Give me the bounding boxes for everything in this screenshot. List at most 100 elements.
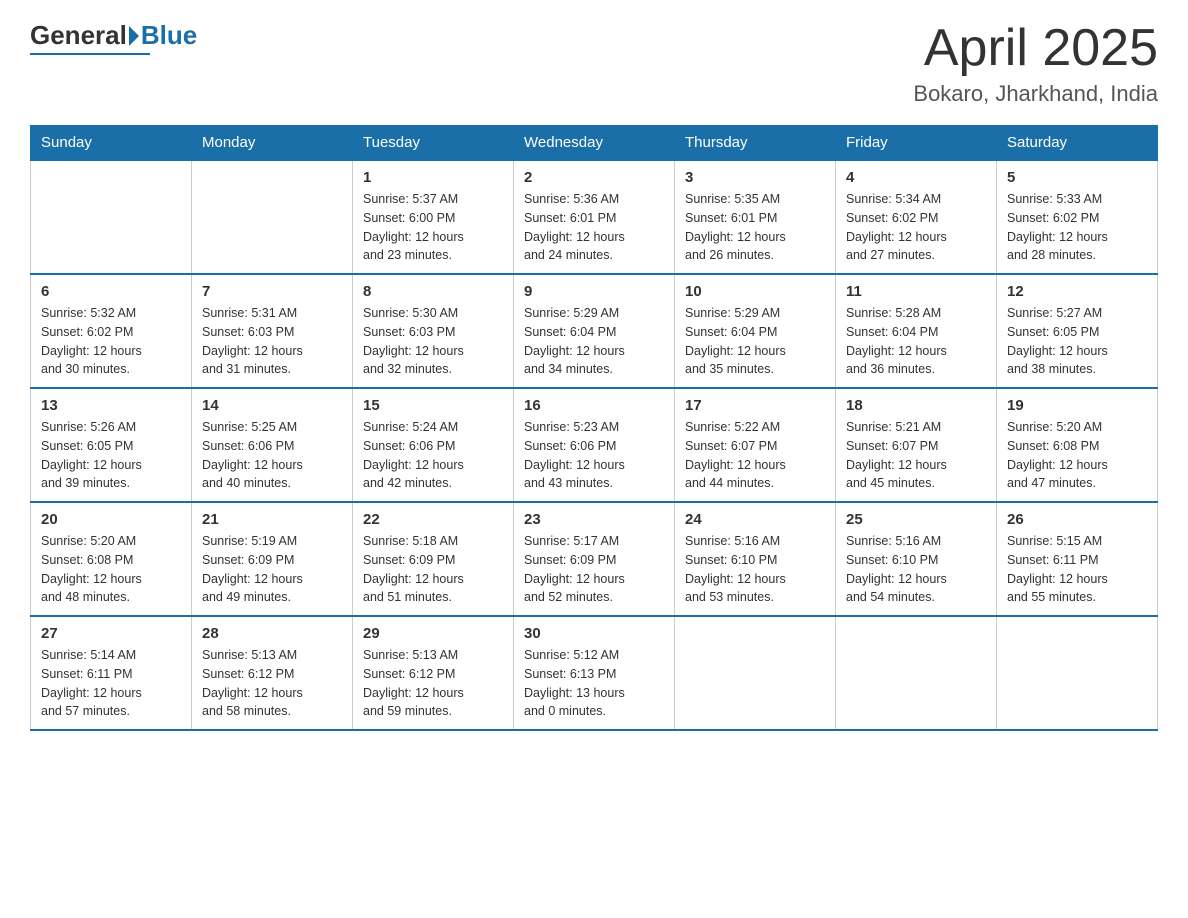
calendar-week-4: 20 Sunrise: 5:20 AMSunset: 6:08 PMDayligh… xyxy=(31,502,1158,616)
day-info: Sunrise: 5:18 AMSunset: 6:09 PMDaylight:… xyxy=(363,532,503,607)
calendar-cell: 25Sunrise: 5:16 AMSunset: 6:10 PMDayligh… xyxy=(836,502,997,616)
day-info: Sunrise: 5:33 AMSunset: 6:02 PMDaylight:… xyxy=(1007,190,1147,265)
calendar-title: April 2025 xyxy=(913,20,1158,77)
day-number: 12 xyxy=(1007,283,1147,300)
day-number: 1 xyxy=(363,169,503,186)
day-info: Sunrise: 5:35 AMSunset: 6:01 PMDaylight:… xyxy=(685,190,825,265)
day-info: Sunrise: 5:28 AMSunset: 6:04 PMDaylight:… xyxy=(846,304,986,379)
logo-triangle-icon xyxy=(129,26,139,46)
day-number: 30 xyxy=(524,625,664,642)
calendar-cell: 28 Sunrise: 5:13 AMSunset: 6:12 PMDayligh… xyxy=(192,616,353,730)
day-number: 29 xyxy=(363,625,503,642)
calendar-week-3: 13 Sunrise: 5:26 AMSunset: 6:05 PMDayligh… xyxy=(31,388,1158,502)
day-number: 14 xyxy=(202,397,342,414)
calendar-cell: 21 Sunrise: 5:19 AMSunset: 6:09 PMDayligh… xyxy=(192,502,353,616)
day-info: Sunrise: 5:37 AMSunset: 6:00 PMDaylight:… xyxy=(363,190,503,265)
day-info: Sunrise: 5:27 AMSunset: 6:05 PMDaylight:… xyxy=(1007,304,1147,379)
day-number: 25 xyxy=(846,511,986,528)
header-thursday: Thursday xyxy=(675,126,836,161)
day-number: 17 xyxy=(685,397,825,414)
day-info: Sunrise: 5:13 AMSunset: 6:12 PMDaylight:… xyxy=(202,646,342,721)
calendar-cell xyxy=(997,616,1158,730)
day-number: 4 xyxy=(846,169,986,186)
day-info: Sunrise: 5:17 AMSunset: 6:09 PMDaylight:… xyxy=(524,532,664,607)
calendar-week-1: 1 Sunrise: 5:37 AMSunset: 6:00 PMDaylight… xyxy=(31,160,1158,274)
day-info: Sunrise: 5:36 AMSunset: 6:01 PMDaylight:… xyxy=(524,190,664,265)
day-info: Sunrise: 5:30 AMSunset: 6:03 PMDaylight:… xyxy=(363,304,503,379)
day-info: Sunrise: 5:13 AMSunset: 6:12 PMDaylight:… xyxy=(363,646,503,721)
calendar-cell: 13 Sunrise: 5:26 AMSunset: 6:05 PMDayligh… xyxy=(31,388,192,502)
day-number: 9 xyxy=(524,283,664,300)
day-info: Sunrise: 5:16 AMSunset: 6:10 PMDaylight:… xyxy=(685,532,825,607)
day-number: 22 xyxy=(363,511,503,528)
calendar-cell: 23 Sunrise: 5:17 AMSunset: 6:09 PMDayligh… xyxy=(514,502,675,616)
calendar-cell: 10 Sunrise: 5:29 AMSunset: 6:04 PMDayligh… xyxy=(675,274,836,388)
header-row: Sunday Monday Tuesday Wednesday Thursday… xyxy=(31,126,1158,161)
day-number: 18 xyxy=(846,397,986,414)
calendar-week-2: 6 Sunrise: 5:32 AMSunset: 6:02 PMDaylight… xyxy=(31,274,1158,388)
day-info: Sunrise: 5:15 AMSunset: 6:11 PMDaylight:… xyxy=(1007,532,1147,607)
day-info: Sunrise: 5:32 AMSunset: 6:02 PMDaylight:… xyxy=(41,304,181,379)
calendar-cell: 8 Sunrise: 5:30 AMSunset: 6:03 PMDaylight… xyxy=(353,274,514,388)
day-number: 20 xyxy=(41,511,181,528)
day-info: Sunrise: 5:12 AMSunset: 6:13 PMDaylight:… xyxy=(524,646,664,721)
day-info: Sunrise: 5:31 AMSunset: 6:03 PMDaylight:… xyxy=(202,304,342,379)
day-info: Sunrise: 5:29 AMSunset: 6:04 PMDaylight:… xyxy=(524,304,664,379)
calendar-cell: 2 Sunrise: 5:36 AMSunset: 6:01 PMDaylight… xyxy=(514,160,675,274)
calendar-cell: 6 Sunrise: 5:32 AMSunset: 6:02 PMDaylight… xyxy=(31,274,192,388)
calendar-cell: 14Sunrise: 5:25 AMSunset: 6:06 PMDayligh… xyxy=(192,388,353,502)
calendar-cell xyxy=(675,616,836,730)
day-number: 28 xyxy=(202,625,342,642)
calendar-cell: 9 Sunrise: 5:29 AMSunset: 6:04 PMDaylight… xyxy=(514,274,675,388)
title-area: April 2025 Bokaro, Jharkhand, India xyxy=(913,20,1158,107)
logo-general-text: General xyxy=(30,20,127,51)
calendar-table: Sunday Monday Tuesday Wednesday Thursday… xyxy=(30,125,1158,731)
header-sunday: Sunday xyxy=(31,126,192,161)
day-info: Sunrise: 5:24 AMSunset: 6:06 PMDaylight:… xyxy=(363,418,503,493)
calendar-cell xyxy=(31,160,192,274)
day-info: Sunrise: 5:22 AMSunset: 6:07 PMDaylight:… xyxy=(685,418,825,493)
calendar-cell xyxy=(192,160,353,274)
day-info: Sunrise: 5:29 AMSunset: 6:04 PMDaylight:… xyxy=(685,304,825,379)
calendar-cell xyxy=(836,616,997,730)
day-info: Sunrise: 5:21 AMSunset: 6:07 PMDaylight:… xyxy=(846,418,986,493)
calendar-cell: 18 Sunrise: 5:21 AMSunset: 6:07 PMDayligh… xyxy=(836,388,997,502)
calendar-cell: 26 Sunrise: 5:15 AMSunset: 6:11 PMDayligh… xyxy=(997,502,1158,616)
calendar-cell: 24Sunrise: 5:16 AMSunset: 6:10 PMDayligh… xyxy=(675,502,836,616)
calendar-cell: 19Sunrise: 5:20 AMSunset: 6:08 PMDayligh… xyxy=(997,388,1158,502)
calendar-cell: 15Sunrise: 5:24 AMSunset: 6:06 PMDayligh… xyxy=(353,388,514,502)
calendar-week-5: 27Sunrise: 5:14 AMSunset: 6:11 PMDayligh… xyxy=(31,616,1158,730)
day-number: 8 xyxy=(363,283,503,300)
day-info: Sunrise: 5:34 AMSunset: 6:02 PMDaylight:… xyxy=(846,190,986,265)
header-monday: Monday xyxy=(192,126,353,161)
logo-underline xyxy=(30,53,150,55)
header-tuesday: Tuesday xyxy=(353,126,514,161)
day-number: 26 xyxy=(1007,511,1147,528)
calendar-cell: 11Sunrise: 5:28 AMSunset: 6:04 PMDayligh… xyxy=(836,274,997,388)
day-info: Sunrise: 5:26 AMSunset: 6:05 PMDaylight:… xyxy=(41,418,181,493)
calendar-cell: 22 Sunrise: 5:18 AMSunset: 6:09 PMDayligh… xyxy=(353,502,514,616)
day-number: 21 xyxy=(202,511,342,528)
day-number: 3 xyxy=(685,169,825,186)
day-number: 10 xyxy=(685,283,825,300)
calendar-cell: 16Sunrise: 5:23 AMSunset: 6:06 PMDayligh… xyxy=(514,388,675,502)
day-number: 13 xyxy=(41,397,181,414)
day-number: 7 xyxy=(202,283,342,300)
day-number: 16 xyxy=(524,397,664,414)
day-info: Sunrise: 5:19 AMSunset: 6:09 PMDaylight:… xyxy=(202,532,342,607)
calendar-cell: 5Sunrise: 5:33 AMSunset: 6:02 PMDaylight… xyxy=(997,160,1158,274)
logo: General Blue xyxy=(30,20,197,55)
calendar-cell: 27Sunrise: 5:14 AMSunset: 6:11 PMDayligh… xyxy=(31,616,192,730)
header-friday: Friday xyxy=(836,126,997,161)
calendar-cell: 12 Sunrise: 5:27 AMSunset: 6:05 PMDayligh… xyxy=(997,274,1158,388)
calendar-subtitle: Bokaro, Jharkhand, India xyxy=(913,81,1158,107)
day-info: Sunrise: 5:20 AMSunset: 6:08 PMDaylight:… xyxy=(41,532,181,607)
day-number: 2 xyxy=(524,169,664,186)
calendar-cell: 17 Sunrise: 5:22 AMSunset: 6:07 PMDayligh… xyxy=(675,388,836,502)
day-number: 6 xyxy=(41,283,181,300)
header-wednesday: Wednesday xyxy=(514,126,675,161)
calendar-cell: 1 Sunrise: 5:37 AMSunset: 6:00 PMDaylight… xyxy=(353,160,514,274)
day-number: 23 xyxy=(524,511,664,528)
day-number: 19 xyxy=(1007,397,1147,414)
calendar-cell: 4 Sunrise: 5:34 AMSunset: 6:02 PMDaylight… xyxy=(836,160,997,274)
